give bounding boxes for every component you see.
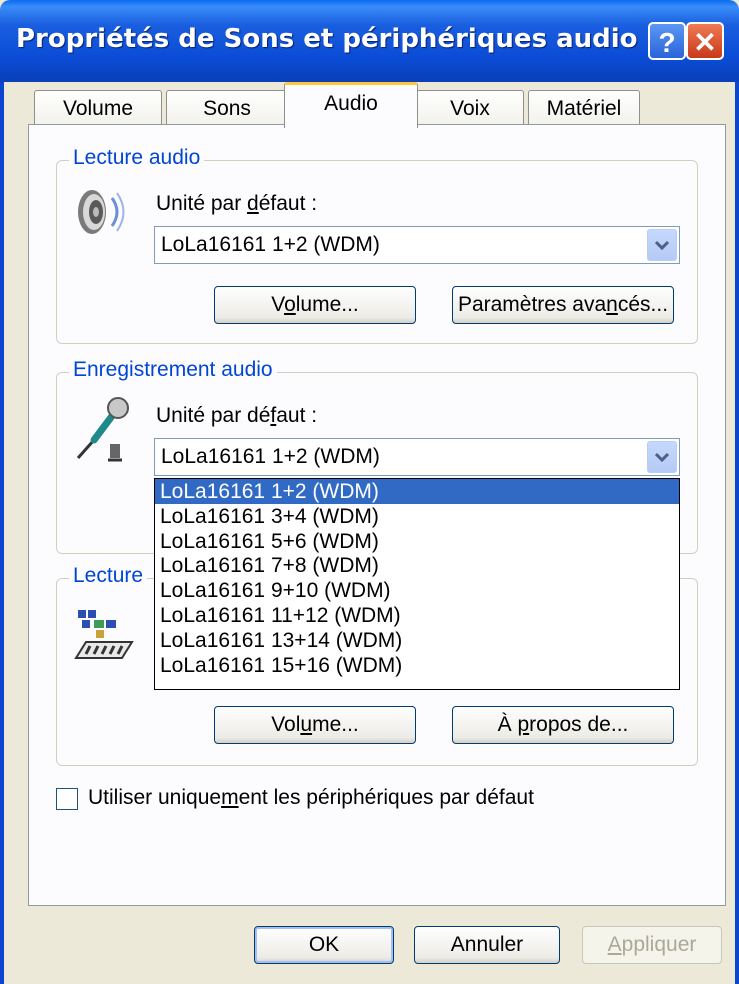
dropdown-option[interactable]: LoLa16161 5+6 (WDM) bbox=[155, 529, 679, 554]
tab-strip: Volume Sons Audio Voix Matériel bbox=[28, 82, 728, 128]
window-frame-right bbox=[735, 82, 739, 984]
chevron-down-icon[interactable] bbox=[647, 229, 677, 261]
help-button[interactable]: ? bbox=[648, 22, 686, 60]
about-button[interactable]: À propos de... bbox=[452, 706, 674, 744]
midi-keyboard-icon bbox=[72, 606, 134, 667]
playback-device-value: LoLa16161 1+2 (WDM) bbox=[161, 233, 380, 256]
dropdown-option[interactable]: LoLa16161 7+8 (WDM) bbox=[155, 553, 679, 578]
title-bar: Propriétés de Sons et périphériques audi… bbox=[0, 0, 739, 82]
tab-materiel[interactable]: Matériel bbox=[528, 90, 640, 126]
recording-device-dropdown[interactable]: LoLa16161 1+2 (WDM) LoLa16161 3+4 (WDM) … bbox=[154, 478, 680, 690]
speaker-icon bbox=[72, 184, 128, 245]
tab-audio[interactable]: Audio bbox=[284, 82, 418, 128]
midi-volume-button[interactable]: Volume... bbox=[214, 706, 416, 744]
advanced-settings-button[interactable]: Paramètres avancés... bbox=[452, 286, 674, 324]
apply-button[interactable]: Appliquer bbox=[582, 926, 722, 964]
ok-button[interactable]: OK bbox=[254, 926, 394, 964]
midi-group-label: Lecture bbox=[69, 564, 148, 588]
dropdown-option[interactable]: LoLa16161 11+12 (WDM) bbox=[155, 603, 679, 628]
default-devices-only-checkbox[interactable] bbox=[56, 788, 78, 810]
tab-voix[interactable]: Voix bbox=[416, 90, 524, 126]
tab-volume[interactable]: Volume bbox=[34, 90, 162, 126]
recording-device-label: Unité par défaut : bbox=[156, 404, 318, 427]
playback-device-select[interactable]: LoLa16161 1+2 (WDM) bbox=[154, 226, 680, 264]
cancel-button[interactable]: Annuler bbox=[414, 926, 560, 964]
recording-device-select[interactable]: LoLa16161 1+2 (WDM) bbox=[154, 438, 680, 476]
dropdown-option[interactable]: LoLa16161 9+10 (WDM) bbox=[155, 578, 679, 603]
default-devices-only-label[interactable]: Utiliser uniquement les périphériques pa… bbox=[88, 786, 534, 810]
dropdown-option[interactable]: LoLa16161 15+16 (WDM) bbox=[155, 653, 679, 678]
playback-group-label: Lecture audio bbox=[69, 146, 205, 170]
tab-sons[interactable]: Sons bbox=[166, 90, 288, 126]
recording-group-label: Enregistrement audio bbox=[69, 358, 277, 382]
close-button[interactable]: ✕ bbox=[686, 22, 724, 60]
window-frame-left bbox=[0, 82, 4, 984]
microphone-icon bbox=[68, 396, 130, 469]
playback-volume-button[interactable]: Volume... bbox=[214, 286, 416, 324]
dropdown-option[interactable]: LoLa16161 1+2 (WDM) bbox=[155, 479, 679, 504]
dropdown-option[interactable]: LoLa16161 3+4 (WDM) bbox=[155, 504, 679, 529]
dropdown-option[interactable]: LoLa16161 13+14 (WDM) bbox=[155, 628, 679, 653]
window-title: Propriétés de Sons et périphériques audi… bbox=[16, 24, 638, 54]
chevron-down-icon[interactable] bbox=[647, 441, 677, 473]
playback-device-label: Unité par défaut : bbox=[156, 192, 318, 215]
recording-device-value: LoLa16161 1+2 (WDM) bbox=[161, 445, 380, 468]
